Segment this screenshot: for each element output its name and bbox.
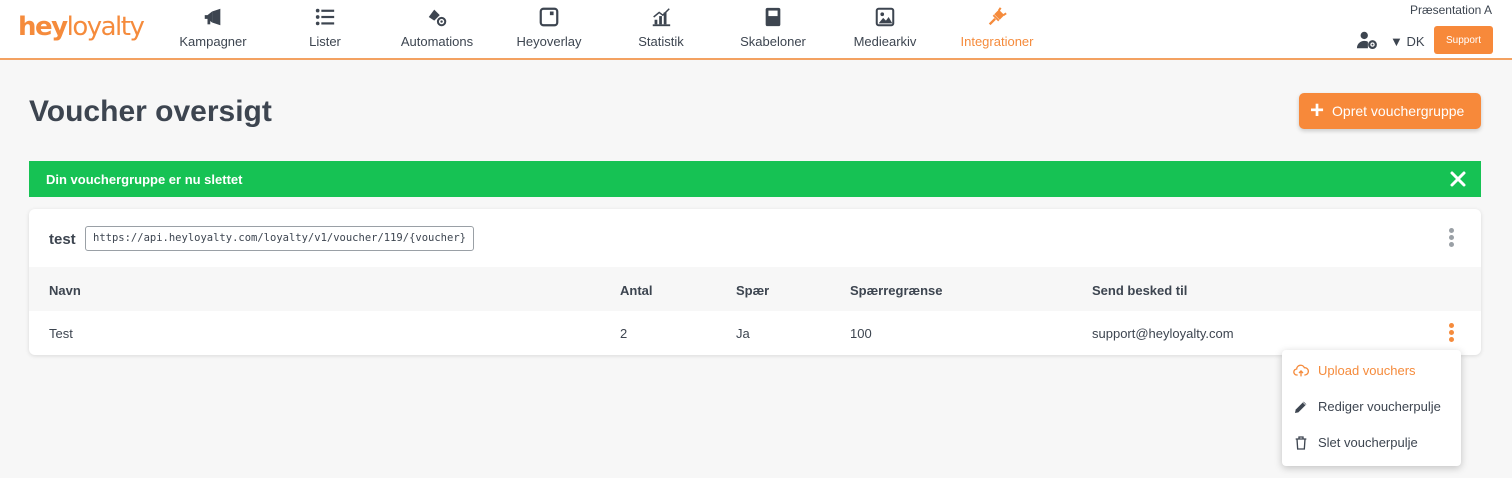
nav-label: Mediearkiv xyxy=(853,34,917,49)
menu-item-label: Rediger voucherpulje xyxy=(1318,399,1441,414)
pencil-icon xyxy=(1295,401,1307,413)
success-alert: Din vouchergruppe er nu slettet xyxy=(29,161,1481,197)
user-settings-icon[interactable] xyxy=(1356,29,1378,51)
automation-icon xyxy=(428,9,447,27)
nav-item-mediearkiv[interactable]: Mediearkiv xyxy=(830,6,940,52)
column-header-antal: Antal xyxy=(620,283,653,298)
cell-spaer: Ja xyxy=(736,326,750,341)
create-vouchergroup-button[interactable]: + Opret vouchergruppe xyxy=(1299,93,1481,129)
nav-label: Skabeloner xyxy=(740,34,806,49)
cell-send-besked-til: support@heyloyalty.com xyxy=(1092,326,1234,341)
nav-item-heyoverlay[interactable]: Heyoverlay xyxy=(494,6,604,52)
menu-item-label: Slet voucherpulje xyxy=(1318,435,1418,450)
account-name: Præsentation A xyxy=(1409,3,1492,17)
group-options-icon[interactable] xyxy=(1445,227,1457,251)
image-icon xyxy=(875,7,895,27)
cell-spaerregraense: 100 xyxy=(850,326,872,341)
row-options-icon[interactable] xyxy=(1445,322,1457,346)
overlay-icon xyxy=(539,7,559,27)
chart-icon xyxy=(652,8,671,27)
column-header-send-besked-til: Send besked til xyxy=(1092,283,1188,298)
language-selector[interactable]: ▼ DK xyxy=(1390,34,1425,49)
nav-label: Integrationer xyxy=(960,34,1034,49)
column-header-spaer: Spær xyxy=(736,283,770,298)
column-header-navn: Navn xyxy=(49,283,81,298)
support-button[interactable]: Support xyxy=(1434,26,1493,54)
close-icon[interactable] xyxy=(1449,170,1467,188)
menu-item-slet-voucherpulje[interactable]: Slet voucherpulje xyxy=(1282,427,1461,459)
voucher-group-name: test xyxy=(49,231,76,248)
nav-item-skabeloner[interactable]: Skabeloner xyxy=(718,6,828,52)
trash-icon xyxy=(1295,436,1307,450)
nav-label: Kampagner xyxy=(179,34,247,49)
api-url-field[interactable]: https://api.heyloyalty.com/loyalty/v1/vo… xyxy=(85,226,474,251)
nav-label: Heyoverlay xyxy=(516,34,582,49)
menu-item-upload-vouchers[interactable]: Upload vouchers xyxy=(1282,355,1461,387)
menu-item-rediger-voucherpulje[interactable]: Rediger voucherpulje xyxy=(1282,391,1461,423)
heyloyalty-logo[interactable]: heyloyalty xyxy=(18,12,145,42)
logo-text-light: loyalty xyxy=(66,12,145,42)
nav-item-lister[interactable]: Lister xyxy=(270,6,380,52)
nav-item-integrationer[interactable]: Integrationer xyxy=(942,6,1052,52)
nav-label: Lister xyxy=(309,34,341,49)
top-navigation: heyloyalty Kampagner Lister Automations … xyxy=(0,0,1512,60)
template-icon xyxy=(765,7,781,27)
plus-icon: + xyxy=(1310,97,1325,124)
table-header: Navn Antal Spær Spærregrænse Send besked… xyxy=(29,267,1481,311)
nav-item-kampagner[interactable]: Kampagner xyxy=(158,6,268,52)
caret-down-icon: ▼ xyxy=(1390,34,1403,49)
nav-label: Automations xyxy=(400,34,474,49)
plug-icon xyxy=(988,7,1007,26)
nav-label: Statistik xyxy=(638,34,684,49)
logo-text-bold: hey xyxy=(18,12,68,42)
list-icon xyxy=(315,8,335,26)
cell-navn: Test xyxy=(49,326,73,341)
column-header-spaerregraense: Spærregrænse xyxy=(850,283,943,298)
page-title: Voucher oversigt xyxy=(29,95,272,128)
upload-cloud-icon xyxy=(1293,364,1309,377)
create-button-label: Opret vouchergruppe xyxy=(1332,103,1465,119)
cell-antal: 2 xyxy=(620,326,628,341)
menu-item-label: Upload vouchers xyxy=(1318,363,1416,378)
row-options-menu: Upload vouchers Rediger voucherpulje Sle… xyxy=(1282,350,1461,466)
megaphone-icon xyxy=(204,8,221,26)
alert-message: Din vouchergruppe er nu slettet xyxy=(46,172,243,187)
language-label: DK xyxy=(1406,34,1425,49)
nav-item-automations[interactable]: Automations xyxy=(382,6,492,52)
voucher-group-card: test https://api.heyloyalty.com/loyalty/… xyxy=(29,209,1481,355)
nav-item-statistik[interactable]: Statistik xyxy=(606,6,716,52)
